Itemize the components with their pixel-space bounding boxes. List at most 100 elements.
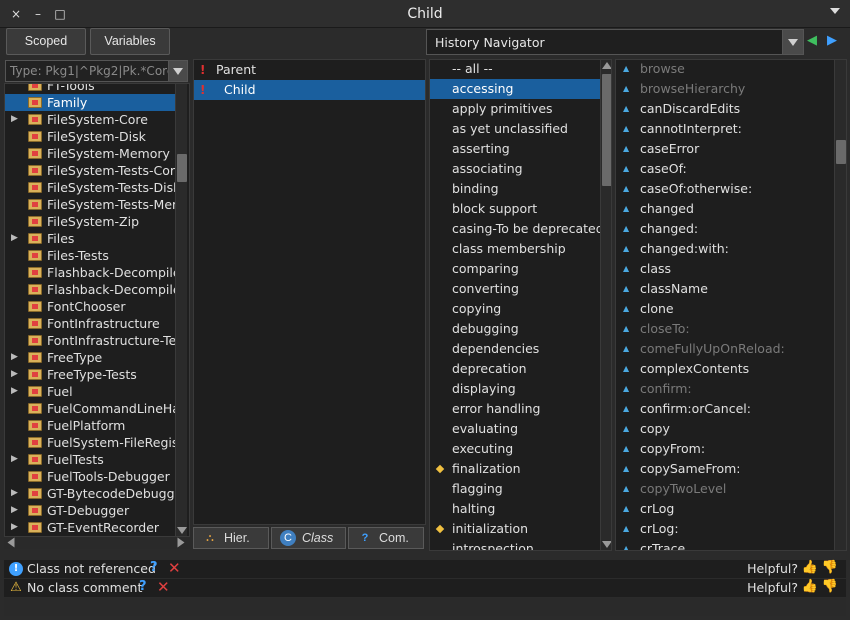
expand-triangle-icon[interactable]: ▶: [11, 502, 18, 519]
protocol-item[interactable]: copying: [430, 299, 600, 319]
method-item[interactable]: ▲ confirm:: [616, 379, 834, 399]
method-item[interactable]: ▲ cannotInterpret:: [616, 119, 834, 139]
protocol-item[interactable]: displaying: [430, 379, 600, 399]
package-scroll-thumb[interactable]: [177, 154, 187, 182]
comment-button[interactable]: ? Com.: [348, 527, 424, 549]
protocol-item[interactable]: dependencies: [430, 339, 600, 359]
thumbs-down-icon[interactable]: 👎: [822, 560, 838, 575]
method-item[interactable]: ▲ browse: [616, 60, 834, 79]
package-item[interactable]: Flashback-Decompiler: [5, 264, 175, 281]
protocol-item[interactable]: introspection: [430, 539, 600, 550]
protocol-item[interactable]: apply primitives: [430, 99, 600, 119]
expand-triangle-icon[interactable]: ▶: [11, 519, 18, 536]
package-item[interactable]: FuelSystem-FileRegistry: [5, 434, 175, 451]
protocol-item[interactable]: flagging: [430, 479, 600, 499]
history-navigator-dropdown[interactable]: History Navigator: [426, 29, 804, 55]
package-item[interactable]: FontChooser: [5, 298, 175, 315]
method-item[interactable]: ▲ confirm:orCancel:: [616, 399, 834, 419]
package-item[interactable]: ▶ FileSystem-Core: [5, 111, 175, 128]
protocol-item[interactable]: deprecation: [430, 359, 600, 379]
help-icon[interactable]: ?: [139, 579, 147, 594]
dismiss-icon[interactable]: ✕: [157, 578, 170, 596]
package-item[interactable]: ▶ FreeType: [5, 349, 175, 366]
package-item[interactable]: FileSystem-Memory: [5, 145, 175, 162]
class-side-button[interactable]: C Class: [271, 527, 346, 549]
method-item[interactable]: ▲ complexContents: [616, 359, 834, 379]
method-item[interactable]: ▲ class: [616, 259, 834, 279]
scroll-left-icon[interactable]: [7, 537, 15, 548]
package-item[interactable]: ▶ Fuel: [5, 383, 175, 400]
method-item[interactable]: ▲ closeTo:: [616, 319, 834, 339]
class-item[interactable]: ! Parent: [194, 60, 425, 80]
protocol-item[interactable]: class membership: [430, 239, 600, 259]
expand-triangle-icon[interactable]: ▶: [11, 383, 18, 400]
window-menu-icon[interactable]: [830, 8, 840, 14]
protocol-item[interactable]: finalization: [430, 459, 600, 479]
class-list[interactable]: ! Parent! Child: [193, 59, 426, 525]
method-item[interactable]: ▲ crLog: [616, 499, 834, 519]
package-item[interactable]: FileSystem-Zip: [5, 213, 175, 230]
expand-triangle-icon[interactable]: ▶: [11, 366, 18, 383]
method-item[interactable]: ▲ clone: [616, 299, 834, 319]
package-item[interactable]: FT-Tools: [5, 84, 175, 94]
class-item[interactable]: ! Child: [194, 80, 425, 100]
protocol-item[interactable]: accessing: [430, 79, 600, 99]
method-scroll-thumb[interactable]: [836, 140, 846, 164]
method-item[interactable]: ▲ copy: [616, 419, 834, 439]
method-item[interactable]: ▲ caseError: [616, 139, 834, 159]
package-list[interactable]: FT-Tools Family ▶ FileSystem-Core FileSystem…: [4, 83, 190, 537]
protocol-item[interactable]: -- all --: [430, 60, 600, 79]
protocol-item[interactable]: initialization: [430, 519, 600, 539]
protocol-item[interactable]: executing: [430, 439, 600, 459]
protocol-item[interactable]: casing-To be deprecated: [430, 219, 600, 239]
protocol-item[interactable]: comparing: [430, 259, 600, 279]
method-item[interactable]: ▲ caseOf:otherwise:: [616, 179, 834, 199]
package-item[interactable]: Files-Tests: [5, 247, 175, 264]
protocol-item[interactable]: debugging: [430, 319, 600, 339]
package-item[interactable]: ▶ GT-EventRecorder: [5, 519, 175, 536]
protocol-scrollbar[interactable]: [600, 60, 611, 550]
protocol-item[interactable]: evaluating: [430, 419, 600, 439]
protocol-item[interactable]: converting: [430, 279, 600, 299]
chevron-down-icon[interactable]: [782, 30, 803, 54]
expand-triangle-icon[interactable]: ▶: [11, 451, 18, 468]
back-arrow-icon[interactable]: ◀: [807, 34, 821, 47]
package-item[interactable]: FontInfrastructure: [5, 315, 175, 332]
package-item[interactable]: Family: [5, 94, 175, 111]
protocol-item[interactable]: as yet unclassified: [430, 119, 600, 139]
package-horizontal-scrollbar[interactable]: [4, 537, 190, 549]
thumbs-up-icon[interactable]: 👍: [802, 579, 818, 594]
package-item[interactable]: FileSystem-Tests-Core: [5, 162, 175, 179]
dismiss-icon[interactable]: ✕: [168, 559, 181, 577]
method-item[interactable]: ▲ canDiscardEdits: [616, 99, 834, 119]
method-item[interactable]: ▲ crTrace: [616, 539, 834, 550]
method-scrollbar[interactable]: [834, 60, 846, 550]
hierarchy-button[interactable]: ⛬ Hier.: [193, 527, 269, 549]
protocol-list[interactable]: -- all -- accessing apply primitives as yet…: [429, 59, 612, 551]
method-item[interactable]: ▲ copyTwoLevel: [616, 479, 834, 499]
method-list[interactable]: ▲ browse ▲ browseHierarchy ▲ canDiscardEdits ▲…: [615, 59, 847, 551]
package-item[interactable]: ▶ FuelTests: [5, 451, 175, 468]
package-item[interactable]: ▶ FreeType-Tests: [5, 366, 175, 383]
package-filter-input[interactable]: Type: Pkg1|^Pkg2|Pk.*Core$: [5, 60, 169, 82]
package-item[interactable]: FontInfrastructure-Tests: [5, 332, 175, 349]
method-item[interactable]: ▲ browseHierarchy: [616, 79, 834, 99]
package-item[interactable]: ▶ Files: [5, 230, 175, 247]
method-item[interactable]: ▲ comeFullyUpOnReload:: [616, 339, 834, 359]
method-item[interactable]: ▲ className: [616, 279, 834, 299]
package-scrollbar[interactable]: [175, 84, 187, 536]
method-item[interactable]: ▲ caseOf:: [616, 159, 834, 179]
method-item[interactable]: ▲ changed:: [616, 219, 834, 239]
protocol-item[interactable]: block support: [430, 199, 600, 219]
package-item[interactable]: Flashback-Decompiler-Tests: [5, 281, 175, 298]
expand-triangle-icon[interactable]: ▶: [11, 349, 18, 366]
protocol-item[interactable]: asserting: [430, 139, 600, 159]
thumbs-down-icon[interactable]: 👎: [822, 579, 838, 594]
method-item[interactable]: ▲ copySameFrom:: [616, 459, 834, 479]
package-item[interactable]: FileSystem-Tests-Memory: [5, 196, 175, 213]
method-item[interactable]: ▲ crLog:: [616, 519, 834, 539]
protocol-item[interactable]: binding: [430, 179, 600, 199]
method-item[interactable]: ▲ changed: [616, 199, 834, 219]
protocol-item[interactable]: associating: [430, 159, 600, 179]
expand-triangle-icon[interactable]: ▶: [11, 485, 18, 502]
